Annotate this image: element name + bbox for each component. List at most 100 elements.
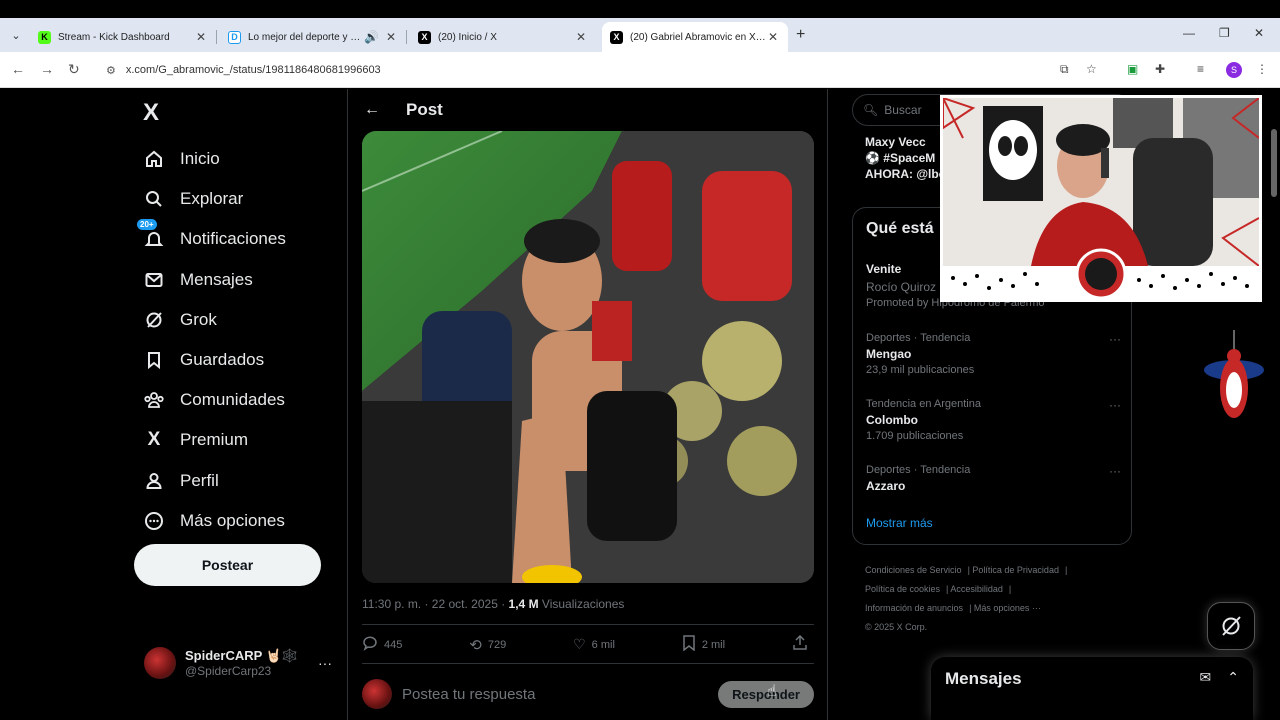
bookmark-star-icon[interactable]: ☆ [1086, 62, 1097, 76]
dazn-icon: D [228, 30, 241, 44]
tab-x-home[interactable]: X (20) Inicio / X ✕ [410, 22, 596, 52]
back-arrow-icon[interactable]: ← [364, 101, 384, 119]
more-dots-icon[interactable]: ··· [1109, 332, 1121, 346]
page-title: Post [406, 100, 443, 119]
sidebar-item-inicio[interactable]: Inicio [142, 139, 286, 179]
tab-x-post[interactable]: X (20) Gabriel Abramovic en X: "Jajaja ✕ [602, 22, 788, 52]
sidebar-item-premium[interactable]: X Premium [142, 420, 286, 460]
reload-icon[interactable]: ↻ [68, 61, 80, 78]
footer-more-link[interactable]: Más opciones ··· [974, 603, 1041, 613]
profile-avatar[interactable]: S [1226, 62, 1242, 78]
grok-floating-button[interactable] [1207, 602, 1255, 650]
screen-top-strip [0, 0, 1280, 18]
person-icon [142, 469, 166, 493]
back-icon[interactable]: ← [11, 61, 25, 77]
reply-count: 445 [384, 638, 403, 651]
x-icon: X [610, 30, 623, 44]
reply-input[interactable]: Postea tu respuesta [402, 686, 718, 703]
share-icon [792, 634, 808, 654]
tab-close-icon[interactable]: ✕ [766, 30, 780, 44]
window-close-icon[interactable]: ✕ [1254, 26, 1264, 40]
tab-dazn[interactable]: D Lo mejor del deporte y el entretenimie… [220, 22, 407, 52]
footer-links: Condiciones de Servicio | Política de Pri… [865, 565, 1068, 632]
like-count: 6 mil [591, 638, 615, 651]
tab-kick[interactable]: K Stream - Kick Dashboard ✕ [30, 22, 217, 52]
tab-close-icon[interactable]: ✕ [384, 30, 398, 44]
sidebar-item-mensajes[interactable]: Mensajes [142, 260, 286, 300]
footer-privacy-link[interactable]: Política de Privacidad [972, 565, 1059, 575]
tab-search-chevron-icon[interactable]: ⌄ [6, 26, 26, 46]
menu-dots-icon[interactable]: ⋮ [1256, 62, 1268, 76]
footer-cookies-link[interactable]: Política de cookies [865, 584, 940, 594]
sidebar-item-guardados[interactable]: Guardados [142, 340, 286, 380]
scrollbar[interactable] [1268, 89, 1280, 720]
sidebar-item-label: Perfil [180, 470, 219, 490]
install-app-icon[interactable]: ⧉ [1060, 62, 1069, 77]
tab-separator [216, 30, 217, 44]
sidebar-item-perfil[interactable]: Perfil [142, 461, 286, 501]
bookmark-button[interactable]: 2 mil [682, 635, 725, 654]
share-button[interactable] [792, 634, 814, 654]
extension-meet-icon[interactable]: ▣ [1127, 62, 1138, 76]
sidebar-item-grok[interactable]: Grok [142, 300, 286, 340]
bookmark-count: 2 mil [701, 638, 726, 651]
speaker-icon[interactable]: 🔊 [364, 30, 379, 44]
mouse-cursor-icon: ☝ [767, 683, 777, 700]
trend-context: Deportes · Tendencia [866, 464, 971, 476]
sidebar-item-mas-opciones[interactable]: Más opciones [142, 501, 286, 541]
media-controls-icon[interactable]: ≡ [1197, 62, 1204, 76]
restore-icon[interactable]: ❐ [1219, 26, 1230, 40]
expand-up-icon[interactable]: ⌃ [1227, 669, 1239, 686]
mail-icon [142, 268, 166, 292]
post-timestamp[interactable]: 11:30 p. m. · 22 oct. 2025 · [362, 597, 505, 611]
trend-name: Mengao [866, 347, 912, 361]
trend-item[interactable]: Deportes · Tendencia Mengao 23,9 mil pub… [866, 332, 1121, 376]
sidebar-item-explorar[interactable]: Explorar [142, 179, 286, 219]
new-tab-icon[interactable]: + [796, 26, 805, 44]
repost-icon: ⟲ [469, 636, 482, 654]
extensions-icon[interactable]: ✚ [1155, 62, 1165, 76]
footer-ads-link[interactable]: Información de anuncios [865, 603, 963, 613]
live-line3: AHORA: @lbe [865, 167, 946, 181]
sidebar-item-label: Notificaciones [180, 229, 286, 249]
tab-separator [406, 30, 407, 44]
reply-button[interactable]: 445 [362, 635, 402, 654]
heart-icon: ♡ [573, 636, 586, 652]
repost-button[interactable]: ⟲ 729 [469, 635, 506, 654]
site-info-icon[interactable]: ⚙ [106, 64, 116, 77]
messages-drawer[interactable]: Mensajes ✉ ⌃ [931, 657, 1253, 720]
avatar [144, 647, 176, 679]
live-space-card[interactable]: Maxy Vecc ⚽ #SpaceM AHORA: @lbe [865, 134, 945, 182]
tab-bar: ⌄ K Stream - Kick Dashboard ✕ D Lo mejor… [0, 18, 1280, 52]
scrollbar-thumb[interactable] [1271, 129, 1277, 197]
search-placeholder: Buscar [884, 103, 922, 117]
sidebar-item-notificaciones[interactable]: 20+ Notificaciones [137, 219, 286, 259]
footer-accessibility-link[interactable]: Accesibilidad [950, 584, 1003, 594]
show-more-link[interactable]: Mostrar más [866, 516, 933, 530]
minimize-icon[interactable]: — [1183, 26, 1195, 40]
post-button[interactable]: Postear [134, 544, 321, 586]
notification-badge: 20+ [137, 219, 157, 231]
trend-item[interactable]: Deportes · Tendencia Azzaro ··· [866, 464, 1121, 493]
tab-title: (20) Gabriel Abramovic en X: "Jajaja [630, 31, 766, 43]
account-switcher[interactable]: SpiderCARP 🤘🏻🕸️ @SpiderCarp23 ··· [144, 647, 332, 679]
address-bar[interactable]: ⚙ x.com/G_abramovic_/status/198118648068… [96, 58, 1116, 82]
repost-count: 729 [487, 638, 507, 651]
like-button[interactable]: ♡ 6 mil [573, 635, 615, 654]
sidebar-item-comunidades[interactable]: Comunidades [142, 380, 286, 420]
grok-icon [1222, 616, 1241, 636]
tab-title: Lo mejor del deporte y el entretenimient… [248, 31, 364, 43]
footer-tos-link[interactable]: Condiciones de Servicio [865, 565, 962, 575]
tab-close-icon[interactable]: ✕ [194, 30, 208, 44]
sidebar-item-label: Comunidades [180, 390, 285, 410]
x-logo[interactable]: X [143, 99, 159, 127]
tab-close-icon[interactable]: ✕ [574, 30, 588, 44]
forward-icon[interactable]: → [40, 61, 54, 77]
trend-item[interactable]: Tendencia en Argentina Colombo 1.709 pub… [866, 398, 1121, 442]
post-photo[interactable] [362, 131, 814, 583]
more-dots-icon[interactable]: ··· [1109, 464, 1121, 478]
more-dots-icon[interactable]: ··· [318, 655, 332, 671]
sidebar-item-label: Explorar [180, 189, 244, 209]
new-message-icon[interactable]: ✉ [1200, 669, 1212, 686]
more-dots-icon[interactable]: ··· [1109, 398, 1121, 412]
